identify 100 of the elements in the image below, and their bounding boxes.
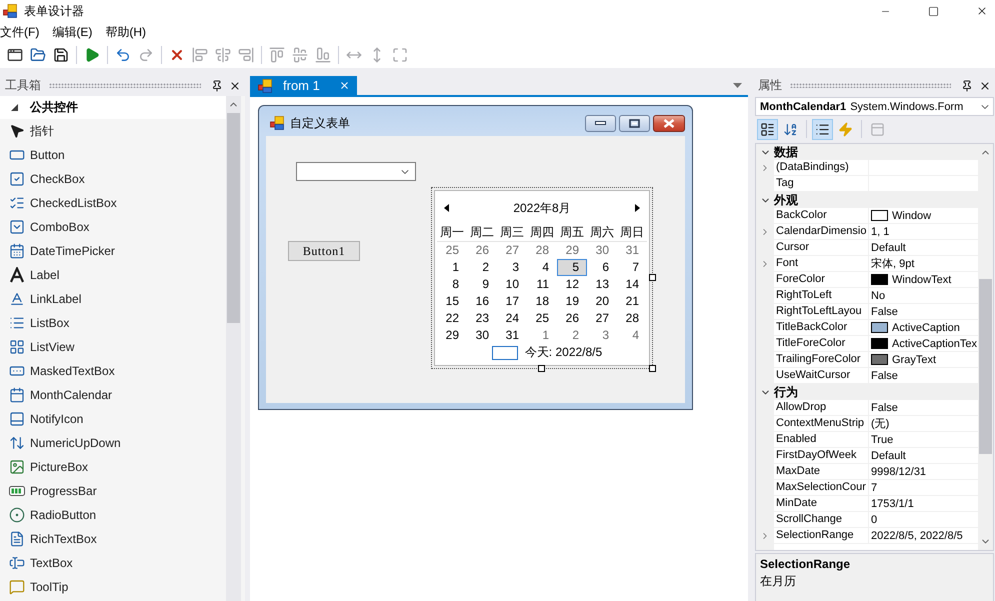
toolbox-item[interactable]: NumericUpDown	[0, 431, 226, 455]
calendar-day[interactable]: 2	[467, 259, 497, 276]
calendar-day[interactable]: 6	[587, 259, 617, 276]
resize-handle[interactable]	[649, 365, 656, 372]
calendar-day[interactable]: 5	[557, 259, 587, 276]
property-value[interactable]: (无)	[871, 416, 890, 431]
next-month-button[interactable]	[634, 203, 641, 213]
property-value[interactable]: ActiveCaption	[892, 322, 960, 334]
calendar-day[interactable]: 9	[467, 276, 497, 293]
calendar-day[interactable]: 25	[437, 242, 467, 259]
toolbox-item[interactable]: RichTextBox	[0, 527, 226, 551]
categorized-view-button[interactable]	[757, 118, 778, 140]
form-close-button[interactable]	[653, 114, 685, 132]
calendar-day[interactable]: 14	[617, 276, 647, 293]
toolbox-item[interactable]: ToolTip	[0, 575, 226, 599]
calendar-day[interactable]: 29	[557, 242, 587, 259]
toolbox-item[interactable]: ComboBox	[0, 215, 226, 239]
toolbox-item[interactable]: DateTimePicker	[0, 239, 226, 263]
toolbox-item[interactable]: Button	[0, 143, 226, 167]
combo-box[interactable]	[296, 162, 416, 181]
calendar-day[interactable]: 10	[497, 276, 527, 293]
calendar-day[interactable]: 27	[587, 310, 617, 327]
calendar-day[interactable]: 21	[617, 293, 647, 310]
calendar-day[interactable]: 7	[617, 259, 647, 276]
calendar-day[interactable]: 22	[437, 310, 467, 327]
calendar-day[interactable]: 26	[467, 242, 497, 259]
property-value[interactable]: Default	[871, 242, 906, 254]
calendar-day[interactable]: 3	[497, 259, 527, 276]
object-selector[interactable]: MonthCalendar1 System.Windows.Form	[755, 97, 994, 116]
menu-item[interactable]: 文件(F)	[0, 23, 40, 41]
calendar-day[interactable]: 17	[497, 293, 527, 310]
property-value[interactable]: False	[871, 402, 898, 414]
toolbox-item[interactable]: RadioButton	[0, 503, 226, 527]
calendar-day[interactable]: 16	[467, 293, 497, 310]
toolbox-item[interactable]: MaskedTextBox	[0, 359, 226, 383]
properties-button[interactable]	[812, 118, 833, 140]
property-value[interactable]: 宋体, 9pt	[871, 256, 914, 271]
calendar-day[interactable]: 13	[587, 276, 617, 293]
toolbox-item[interactable]: ListBox	[0, 311, 226, 335]
calendar-day[interactable]: 2	[557, 327, 587, 344]
property-value[interactable]: 7	[871, 482, 878, 494]
toolbox-item[interactable]: 指针	[0, 119, 226, 143]
calendar-day[interactable]: 23	[467, 310, 497, 327]
scrollbar-thumb[interactable]	[227, 113, 240, 323]
calendar-day[interactable]: 11	[527, 276, 557, 293]
calendar-day[interactable]: 27	[497, 242, 527, 259]
calendar-day[interactable]: 30	[467, 327, 497, 344]
calendar-day[interactable]: 1	[527, 327, 557, 344]
calendar-day[interactable]: 1	[437, 259, 467, 276]
calendar-day[interactable]: 29	[437, 327, 467, 344]
calendar-day[interactable]: 30	[587, 242, 617, 259]
property-value[interactable]: WindowText	[892, 274, 952, 286]
calendar-day[interactable]: 24	[497, 310, 527, 327]
calendar-day[interactable]: 19	[557, 293, 587, 310]
calendar-day[interactable]: 12	[557, 276, 587, 293]
toolbox-item[interactable]: NotifyIcon	[0, 407, 226, 431]
calendar-day[interactable]: 4	[527, 259, 557, 276]
resize-handle[interactable]	[538, 365, 545, 372]
document-tab[interactable]: from 1	[250, 76, 357, 95]
property-value[interactable]: No	[871, 290, 886, 302]
calendar-day[interactable]: 28	[527, 242, 557, 259]
calendar-day[interactable]: 28	[617, 310, 647, 327]
calendar-day[interactable]: 25	[527, 310, 557, 327]
toolbox-group-header[interactable]: 公共控件	[0, 96, 226, 119]
resize-handle[interactable]	[649, 274, 656, 281]
calendar-day[interactable]: 20	[587, 293, 617, 310]
property-value[interactable]: 1, 1	[871, 226, 890, 238]
toolbox-item[interactable]: CheckedListBox	[0, 191, 226, 215]
calendar-day[interactable]: 26	[557, 310, 587, 327]
calendar-day[interactable]: 31	[497, 327, 527, 344]
toolbox-item[interactable]: ProgressBar	[0, 479, 226, 503]
toolbox-item[interactable]: MonthCalendar	[0, 383, 226, 407]
drag-grip[interactable]	[790, 83, 951, 88]
menu-item[interactable]: 编辑(E)	[52, 23, 92, 41]
calendar-day[interactable]: 15	[437, 293, 467, 310]
toolbox-item[interactable]: Label	[0, 263, 226, 287]
property-value[interactable]: Window	[892, 210, 932, 222]
menu-item[interactable]: 帮助(H)	[105, 23, 146, 41]
scrollbar-thumb[interactable]	[979, 279, 992, 454]
calendar-day[interactable]: 4	[617, 327, 647, 344]
property-value[interactable]: 1753/1/1	[871, 498, 914, 510]
property-value[interactable]: 2022/8/5, 2022/8/5	[871, 530, 963, 542]
toolbox-item[interactable]: PictureBox	[0, 455, 226, 479]
scrollbar-track[interactable]	[226, 96, 241, 601]
form-minimize-button[interactable]	[585, 114, 616, 132]
drag-grip[interactable]	[49, 83, 201, 88]
property-value[interactable]: Default	[871, 450, 906, 462]
today-label[interactable]: 今天: 2022/8/5	[524, 344, 602, 361]
property-value[interactable]: 9998/12/31	[871, 466, 926, 478]
toolbox-item[interactable]: ListView	[0, 335, 226, 359]
toolbox-item[interactable]: TextBox	[0, 551, 226, 575]
calendar-day[interactable]: 31	[617, 242, 647, 259]
form-maximize-button[interactable]	[619, 114, 650, 132]
property-value[interactable]: False	[871, 370, 898, 382]
calendar-day[interactable]: 8	[437, 276, 467, 293]
property-value[interactable]: False	[871, 306, 898, 318]
calendar-day[interactable]: 18	[527, 293, 557, 310]
toolbox-item[interactable]: LinkLabel	[0, 287, 226, 311]
toolbox-item[interactable]: CheckBox	[0, 167, 226, 191]
property-value[interactable]: ActiveCaptionTex	[892, 338, 977, 350]
